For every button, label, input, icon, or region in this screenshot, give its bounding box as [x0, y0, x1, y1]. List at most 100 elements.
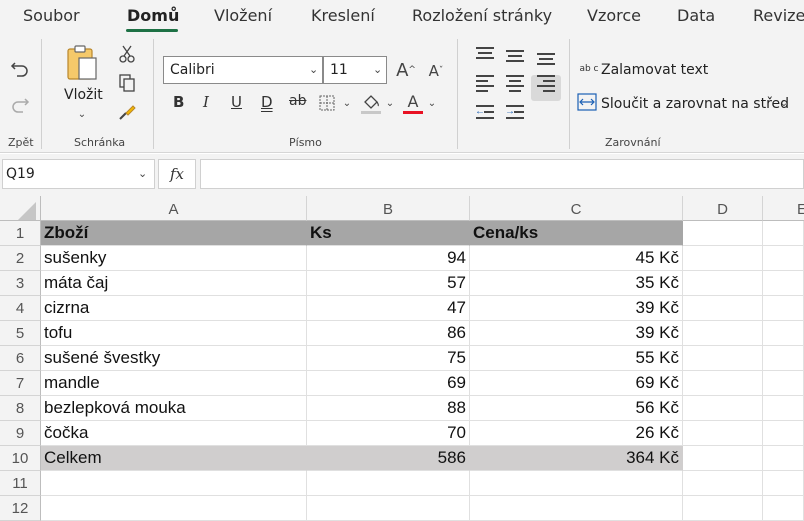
cell-d2[interactable] — [683, 246, 763, 271]
cell-d9[interactable] — [683, 421, 763, 446]
increase-indent-icon[interactable]: → — [504, 103, 526, 123]
chevron-down-icon[interactable]: ⌄ — [75, 107, 89, 121]
select-all-corner[interactable] — [0, 196, 41, 221]
cell-d8[interactable] — [683, 396, 763, 421]
align-top-icon[interactable] — [474, 45, 496, 65]
chevron-down-icon[interactable]: ⌄ — [341, 95, 353, 111]
cell-b11[interactable] — [307, 471, 470, 496]
cell-a9[interactable]: čočka — [41, 421, 307, 446]
cell-e2[interactable] — [763, 246, 804, 271]
align-center-icon[interactable] — [504, 73, 526, 93]
merge-center-button[interactable]: Sloučit a zarovnat na střed — [601, 96, 789, 112]
row-header[interactable]: 12 — [0, 496, 41, 521]
cell-e10[interactable] — [763, 446, 804, 471]
font-name-select[interactable]: Calibri — [163, 56, 323, 84]
cell-c3[interactable]: 35 Kč — [470, 271, 683, 296]
chevron-down-icon[interactable]: ⌄ — [309, 63, 318, 76]
cell-a11[interactable] — [41, 471, 307, 496]
cell-a5[interactable]: tofu — [41, 321, 307, 346]
cell-c8[interactable]: 56 Kč — [470, 396, 683, 421]
wrap-text-icon[interactable]: ab c — [578, 58, 600, 80]
strikethrough-button[interactable]: ab — [289, 93, 306, 109]
column-header-e[interactable]: E — [763, 196, 804, 221]
insert-function-button[interactable]: fx — [158, 159, 196, 189]
cell-e11[interactable] — [763, 471, 804, 496]
cell-c12[interactable] — [470, 496, 683, 521]
cell-b9[interactable]: 70 — [307, 421, 470, 446]
shrink-font-icon[interactable]: Aˇ — [425, 60, 447, 82]
cell-b5[interactable]: 86 — [307, 321, 470, 346]
cell-e5[interactable] — [763, 321, 804, 346]
row-header[interactable]: 5 — [0, 321, 41, 346]
redo-icon[interactable] — [8, 91, 32, 115]
cut-icon[interactable] — [116, 43, 138, 65]
cell-e9[interactable] — [763, 421, 804, 446]
borders-icon[interactable] — [318, 94, 336, 112]
cell-e7[interactable] — [763, 371, 804, 396]
fill-color-icon[interactable] — [360, 91, 382, 115]
tab-vlozeni[interactable]: Vložení — [214, 6, 272, 25]
double-underline-button[interactable]: D — [261, 93, 273, 111]
chevron-down-icon[interactable]: ⌄ — [384, 95, 396, 111]
undo-icon[interactable] — [8, 55, 32, 79]
copy-icon[interactable] — [116, 72, 138, 94]
paste-label[interactable]: Vložit — [64, 87, 103, 103]
align-left-icon[interactable] — [474, 73, 496, 93]
cell-d10[interactable] — [683, 446, 763, 471]
chevron-down-icon[interactable]: ⌄ — [138, 167, 147, 180]
cell-b4[interactable]: 47 — [307, 296, 470, 321]
row-header[interactable]: 10 — [0, 446, 41, 471]
cell-b8[interactable]: 88 — [307, 396, 470, 421]
row-header[interactable]: 7 — [0, 371, 41, 396]
tab-data[interactable]: Data — [677, 6, 715, 25]
row-header[interactable]: 2 — [0, 246, 41, 271]
row-header[interactable]: 1 — [0, 221, 41, 246]
cell-b3[interactable]: 57 — [307, 271, 470, 296]
column-header-d[interactable]: D — [683, 196, 763, 221]
align-right-icon[interactable] — [535, 73, 557, 93]
cell-d3[interactable] — [683, 271, 763, 296]
cell-a2[interactable]: sušenky — [41, 246, 307, 271]
cell-c9[interactable]: 26 Kč — [470, 421, 683, 446]
chevron-down-icon[interactable]: ⌄ — [373, 63, 382, 76]
cell-d11[interactable] — [683, 471, 763, 496]
cell-a6[interactable]: sušené švestky — [41, 346, 307, 371]
cell-c4[interactable]: 39 Kč — [470, 296, 683, 321]
merge-center-icon[interactable] — [577, 93, 597, 111]
column-header-c[interactable]: C — [470, 196, 683, 221]
cell-c7[interactable]: 69 Kč — [470, 371, 683, 396]
align-middle-icon[interactable] — [504, 45, 526, 65]
cell-e4[interactable] — [763, 296, 804, 321]
cell-c11[interactable] — [470, 471, 683, 496]
tab-vzorce[interactable]: Vzorce — [587, 6, 641, 25]
tab-soubor[interactable]: Soubor — [23, 6, 80, 25]
cell-d1[interactable] — [683, 221, 763, 246]
cell-d12[interactable] — [683, 496, 763, 521]
wrap-text-button[interactable]: Zalamovat text — [601, 62, 708, 78]
row-header[interactable]: 3 — [0, 271, 41, 296]
cell-d7[interactable] — [683, 371, 763, 396]
cell-a3[interactable]: máta čaj — [41, 271, 307, 296]
tab-kresleni[interactable]: Kreslení — [311, 6, 375, 25]
cell-a1[interactable]: Zboží — [41, 221, 307, 246]
cell-e12[interactable] — [763, 496, 804, 521]
cell-a8[interactable]: bezlepková mouka — [41, 396, 307, 421]
cell-a4[interactable]: cizrna — [41, 296, 307, 321]
tab-rozlozeni-stranky[interactable]: Rozložení stránky — [412, 6, 552, 25]
name-box[interactable]: Q19 — [2, 159, 155, 189]
cell-b10[interactable]: 586 — [307, 446, 470, 471]
cell-c2[interactable]: 45 Kč — [470, 246, 683, 271]
row-header[interactable]: 6 — [0, 346, 41, 371]
align-bottom-icon[interactable] — [535, 45, 557, 65]
chevron-down-icon[interactable]: ⌄ — [778, 95, 790, 111]
column-header-b[interactable]: B — [307, 196, 470, 221]
tab-domu[interactable]: Domů — [127, 6, 179, 25]
cell-b7[interactable]: 69 — [307, 371, 470, 396]
cell-c1[interactable]: Cena/ks — [470, 221, 683, 246]
cell-e3[interactable] — [763, 271, 804, 296]
cell-c10[interactable]: 364 Kč — [470, 446, 683, 471]
cell-e1[interactable] — [763, 221, 804, 246]
cell-e6[interactable] — [763, 346, 804, 371]
cell-c6[interactable]: 55 Kč — [470, 346, 683, 371]
cell-d6[interactable] — [683, 346, 763, 371]
